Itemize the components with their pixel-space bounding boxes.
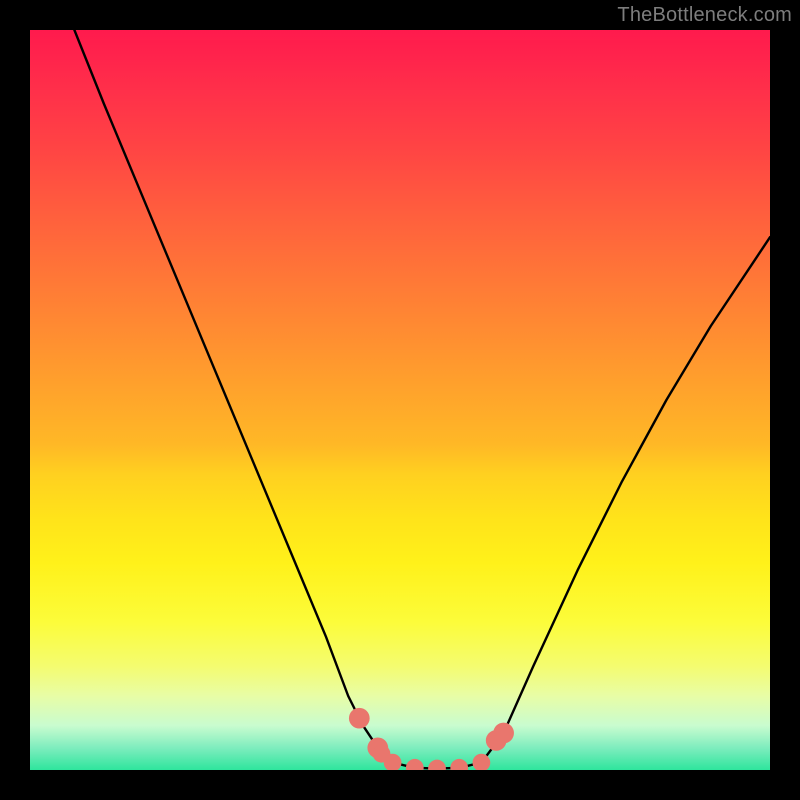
keypoints [349, 708, 514, 770]
keypoint-dot [493, 723, 514, 744]
keypoint-dot [406, 759, 424, 770]
bottleneck-curve [74, 30, 770, 769]
keypoint-dot [450, 759, 468, 770]
keypoint-dot [349, 708, 370, 729]
keypoint-dot [428, 760, 446, 770]
chart-svg [30, 30, 770, 770]
chart-frame: TheBottleneck.com [0, 0, 800, 800]
watermark-text: TheBottleneck.com [617, 4, 792, 27]
plot-area [30, 30, 770, 770]
